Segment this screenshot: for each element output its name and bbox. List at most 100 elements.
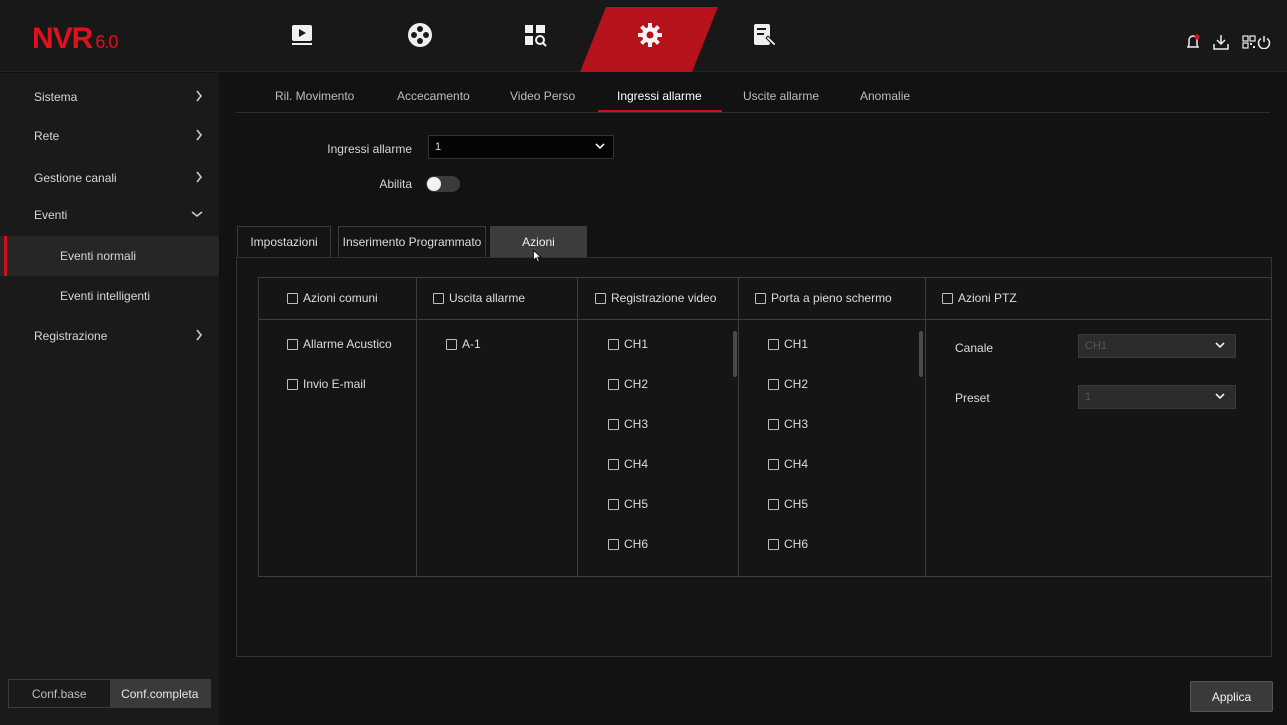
checkbox-label: CH3 (784, 417, 809, 431)
settings-gear-icon[interactable] (635, 20, 665, 50)
actions-grid (258, 277, 1272, 577)
chevron-down-icon (1215, 342, 1225, 349)
ptz-channel-value: CH1 (1085, 340, 1108, 352)
checkbox-label: CH5 (624, 497, 649, 511)
checkbox-label: A-1 (462, 337, 481, 351)
fullscreen-ch5-checkbox[interactable]: CH5 (768, 497, 808, 511)
record-ch3-checkbox[interactable]: CH3 (608, 417, 648, 431)
checkbox-label: Allarme Acustico (303, 337, 392, 351)
column-divider (925, 277, 926, 577)
tab-uscite-allarme[interactable]: Uscite allarme (743, 89, 819, 103)
fullscreen-ch2-checkbox[interactable]: CH2 (768, 377, 808, 391)
conf-completa-button[interactable]: Conf.completa (109, 680, 210, 707)
sidebar-item-registrazione[interactable]: Registrazione (0, 316, 219, 356)
checkbox-box (755, 292, 766, 304)
header-divider (258, 319, 1272, 320)
fullscreen-ch6-checkbox[interactable]: CH6 (768, 537, 808, 551)
porta-pieno-schermo-checkbox[interactable]: Porta a pieno schermo (755, 291, 892, 305)
tab-accecamento[interactable]: Accecamento (397, 89, 470, 103)
sidebar-item-label: Gestione canali (34, 171, 117, 185)
checkbox-label: CH4 (784, 457, 809, 471)
alarm-input-select[interactable]: 1 (428, 135, 614, 159)
chevron-right-icon (196, 129, 203, 141)
subtab-inserimento-programmato[interactable]: Inserimento Programmato (338, 226, 486, 257)
chevron-down-icon (1215, 393, 1225, 400)
maintenance-icon[interactable] (750, 20, 780, 50)
checkbox-label: CH5 (784, 497, 809, 511)
allarme-acustico-checkbox[interactable]: Allarme Acustico (287, 337, 392, 351)
checkbox-label: CH6 (624, 537, 649, 551)
ptz-canale-label: Canale (955, 341, 994, 355)
subtab-impostazioni[interactable]: Impostazioni (237, 226, 331, 257)
uscita-allarme-checkbox[interactable]: Uscita allarme (433, 291, 525, 305)
azioni-ptz-checkbox[interactable]: Azioni PTZ (942, 291, 1017, 305)
alarm-bell-icon[interactable] (1184, 33, 1202, 51)
ptz-preset-select[interactable]: 1 (1078, 385, 1236, 409)
checkbox-label: CH3 (624, 417, 649, 431)
sidebar-item-rete[interactable]: Rete (0, 116, 219, 156)
fullscreen-ch4-checkbox[interactable]: CH4 (768, 457, 808, 471)
app-logo: NVR 6.0 (32, 22, 118, 55)
column-divider (416, 277, 417, 577)
film-reel-icon[interactable] (405, 20, 435, 50)
sidebar-item-gestione-canali[interactable]: Gestione canali (0, 158, 219, 198)
sidebar-item-label: Registrazione (34, 329, 108, 343)
alarm-input-value: 1 (435, 141, 442, 153)
checkbox-label: CH2 (784, 377, 809, 391)
record-ch5-checkbox[interactable]: CH5 (608, 497, 648, 511)
checkbox-label: Registrazione video (611, 291, 717, 305)
tab-anomalie[interactable]: Anomalie (860, 89, 910, 103)
sidebar-item-label: Eventi intelligenti (60, 289, 151, 303)
record-ch6-checkbox[interactable]: CH6 (608, 537, 648, 551)
sidebar-item-eventi-intelligenti[interactable]: Eventi intelligenti (0, 276, 219, 316)
download-icon[interactable] (1212, 33, 1230, 51)
invio-email-checkbox[interactable]: Invio E-mail (287, 377, 366, 391)
power-icon[interactable] (1255, 33, 1273, 51)
sidebar-item-label: Eventi normali (60, 249, 137, 263)
chevron-right-icon (196, 171, 203, 183)
fullscreen-ch3-checkbox[interactable]: CH3 (768, 417, 808, 431)
alarm-out-a1-checkbox[interactable]: A-1 (446, 337, 481, 351)
checkbox-label: CH6 (784, 537, 809, 551)
checkbox-label: Uscita allarme (449, 291, 526, 305)
event-tabs: Ril. Movimento Accecamento Video Perso I… (236, 80, 1270, 113)
registrazione-video-checkbox[interactable]: Registrazione video (595, 291, 716, 305)
sidebar-item-eventi-normali[interactable]: Eventi normali (0, 236, 219, 276)
sidebar-item-eventi[interactable]: Eventi (0, 195, 219, 235)
enable-toggle[interactable] (426, 176, 460, 192)
tab-ingressi-allarme[interactable]: Ingressi allarme (617, 89, 702, 103)
record-scrollbar[interactable] (733, 331, 737, 377)
checkbox-box (768, 378, 779, 390)
checkbox-box (768, 538, 779, 550)
checkbox-box (768, 338, 779, 350)
checkbox-box (768, 498, 779, 510)
chevron-down-icon (191, 211, 203, 218)
sidebar-item-label: Eventi (34, 208, 68, 222)
checkbox-label: CH1 (784, 337, 809, 351)
chevron-down-icon (595, 143, 605, 150)
checkbox-box (942, 292, 953, 304)
checkbox-box (595, 292, 606, 304)
ingressi-allarme-label: Ingressi allarme (327, 142, 412, 156)
top-bar: NVR 6.0 (0, 0, 1287, 72)
apply-button[interactable]: Applica (1190, 681, 1273, 712)
tab-ril-movimento[interactable]: Ril. Movimento (275, 89, 354, 103)
sidebar-item-label: Rete (34, 129, 60, 143)
checkbox-label: CH1 (624, 337, 649, 351)
ptz-channel-select[interactable]: CH1 (1078, 334, 1236, 358)
checkbox-label: CH4 (624, 457, 649, 471)
ai-search-icon[interactable] (520, 20, 550, 50)
record-ch4-checkbox[interactable]: CH4 (608, 457, 648, 471)
config-mode-switch: Conf.base Conf.completa (8, 679, 211, 708)
playback-icon[interactable] (287, 20, 317, 50)
fullscreen-scrollbar[interactable] (919, 331, 923, 377)
tab-video-perso[interactable]: Video Perso (510, 89, 575, 103)
conf-base-button[interactable]: Conf.base (9, 680, 110, 707)
azioni-comuni-checkbox[interactable]: Azioni comuni (287, 291, 378, 305)
fullscreen-ch1-checkbox[interactable]: CH1 (768, 337, 808, 351)
record-ch1-checkbox[interactable]: CH1 (608, 337, 648, 351)
checkbox-box (287, 378, 298, 390)
record-ch2-checkbox[interactable]: CH2 (608, 377, 648, 391)
checkbox-box (768, 458, 779, 470)
sidebar-item-sistema[interactable]: Sistema (0, 77, 219, 117)
